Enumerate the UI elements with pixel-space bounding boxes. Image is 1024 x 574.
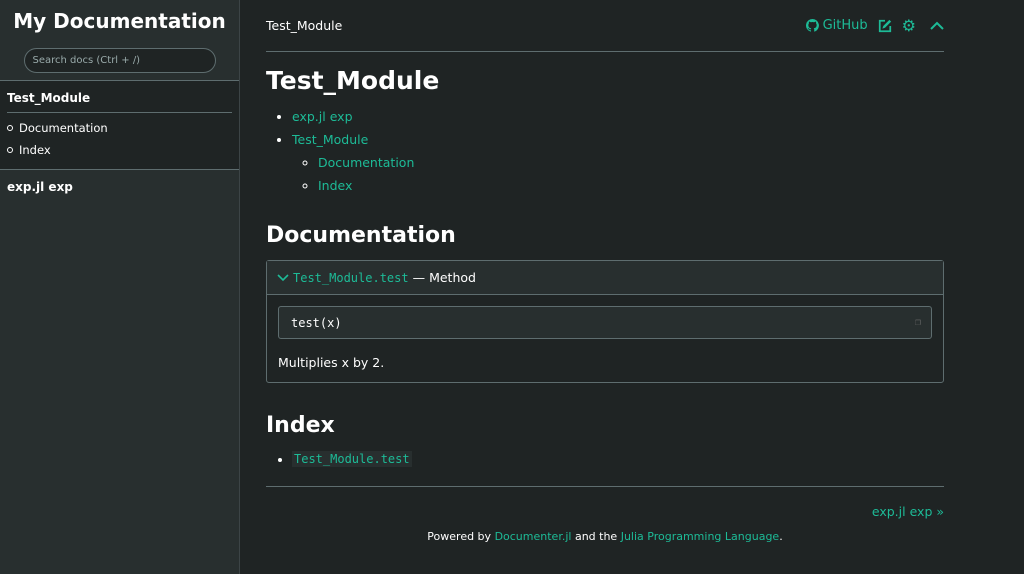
main-content: Test_Module GitHub ⚙ Test_Module exp.jl … [266,0,944,543]
powered-text: Powered by [427,530,492,543]
search-input[interactable] [23,48,216,73]
sidebar-item-exp[interactable]: exp.jl exp [0,170,239,204]
github-label: GitHub [822,18,868,33]
table-of-contents: exp.jl exp Test_Module Documentation Ind… [292,109,944,193]
docstring: Test_Module.test — Method test(x) ❐ Mult… [266,260,944,383]
footer: exp.jl exp » Powered by Documenter.jl an… [266,486,944,543]
powered-by: Powered by Documenter.jl and the Julia P… [266,530,944,543]
toc-link-documentation[interactable]: Documentation [318,155,414,170]
chevron-up-icon[interactable] [930,21,944,31]
site-title[interactable]: My Documentation [0,9,239,39]
separator: — [412,270,426,285]
github-link[interactable]: GitHub [805,18,868,33]
docstring-header[interactable]: Test_Module.test — Method [267,261,943,295]
toc-link-exp[interactable]: exp.jl exp [292,109,353,124]
sidebar-subitem-documentation[interactable]: Documentation [7,121,232,135]
signature: test(x) [291,315,342,330]
copy-icon[interactable]: ❐ [915,317,921,328]
code-block: test(x) ❐ [278,306,932,339]
chevron-down-icon[interactable] [277,273,289,282]
sidebar-link-documentation[interactable]: Documentation [19,121,108,135]
edit-icon[interactable] [878,19,892,33]
breadcrumb[interactable]: Test_Module [266,18,342,33]
next-page-link[interactable]: exp.jl exp » [872,504,944,519]
github-icon [805,19,819,32]
docstring-description: Multiplies x by 2. [278,355,385,370]
index-link-test[interactable]: Test_Module.test [292,451,412,467]
documenter-link[interactable]: Documenter.jl [495,530,572,543]
sidebar-subitem-index[interactable]: Index [7,143,232,157]
period: . [779,530,783,543]
settings-gear-icon[interactable]: ⚙ [902,16,916,35]
page-title: Test_Module [266,66,440,95]
sidebar: My Documentation Test_Module Documentati… [0,0,240,574]
sidebar-active-section: Test_Module Documentation Index [0,81,239,169]
index-list: Test_Module.test [292,451,944,467]
sidebar-item-test-module[interactable]: Test_Module [7,91,232,113]
sidebar-link-index[interactable]: Index [19,143,51,157]
docstring-binding[interactable]: Test_Module.test [293,271,409,285]
navbar: Test_Module GitHub ⚙ [266,0,944,52]
docstring-category: Method [429,270,476,285]
and-text: and the [574,530,618,543]
toc-link-test-module[interactable]: Test_Module [292,132,368,147]
toc-link-index[interactable]: Index [318,178,352,193]
julia-link[interactable]: Julia Programming Language [621,530,780,543]
documentation-heading: Documentation [266,223,456,248]
index-heading: Index [266,413,335,438]
